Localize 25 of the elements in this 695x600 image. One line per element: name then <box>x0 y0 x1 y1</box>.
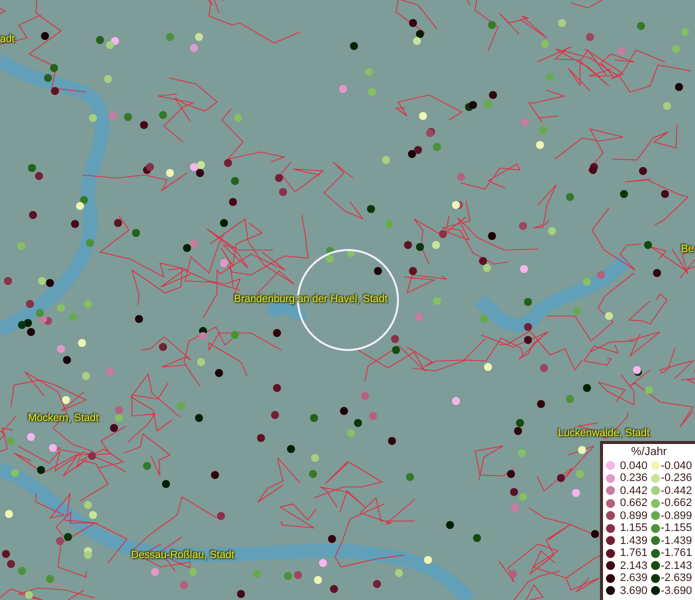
legend-value: -3.690 <box>660 584 692 597</box>
legend-value: -0.899 <box>660 510 692 522</box>
legend-value: -0.236 <box>660 472 692 484</box>
legend-value: -0.442 <box>660 484 692 497</box>
legend-value: 2.639 <box>618 572 648 584</box>
legend-value: -1.761 <box>660 547 692 560</box>
legend-value: 0.899 <box>618 510 648 522</box>
legend-value: 3.690 <box>618 584 648 597</box>
legend-value: 0.662 <box>618 497 648 510</box>
legend-value: 1.155 <box>618 522 648 534</box>
legend-value: -0.040 <box>660 460 692 472</box>
legend-value: 0.442 <box>618 484 648 497</box>
legend-title: %/Jahr <box>630 446 668 458</box>
legend-value: -2.143 <box>660 560 692 572</box>
legend-value: -0.662 <box>660 497 692 510</box>
place-label: adt <box>0 33 15 45</box>
legend-value: 1.439 <box>618 534 648 547</box>
legend-value: -1.155 <box>660 522 692 534</box>
legend-value: 0.236 <box>618 472 648 484</box>
legend-value: 2.143 <box>618 560 648 572</box>
legend-value: 1.761 <box>618 547 648 560</box>
legend-value: -2.639 <box>660 572 692 584</box>
legend-value: -1.439 <box>660 534 692 547</box>
place-label: Be <box>681 243 694 255</box>
legend-value: 0.040 <box>618 460 648 472</box>
